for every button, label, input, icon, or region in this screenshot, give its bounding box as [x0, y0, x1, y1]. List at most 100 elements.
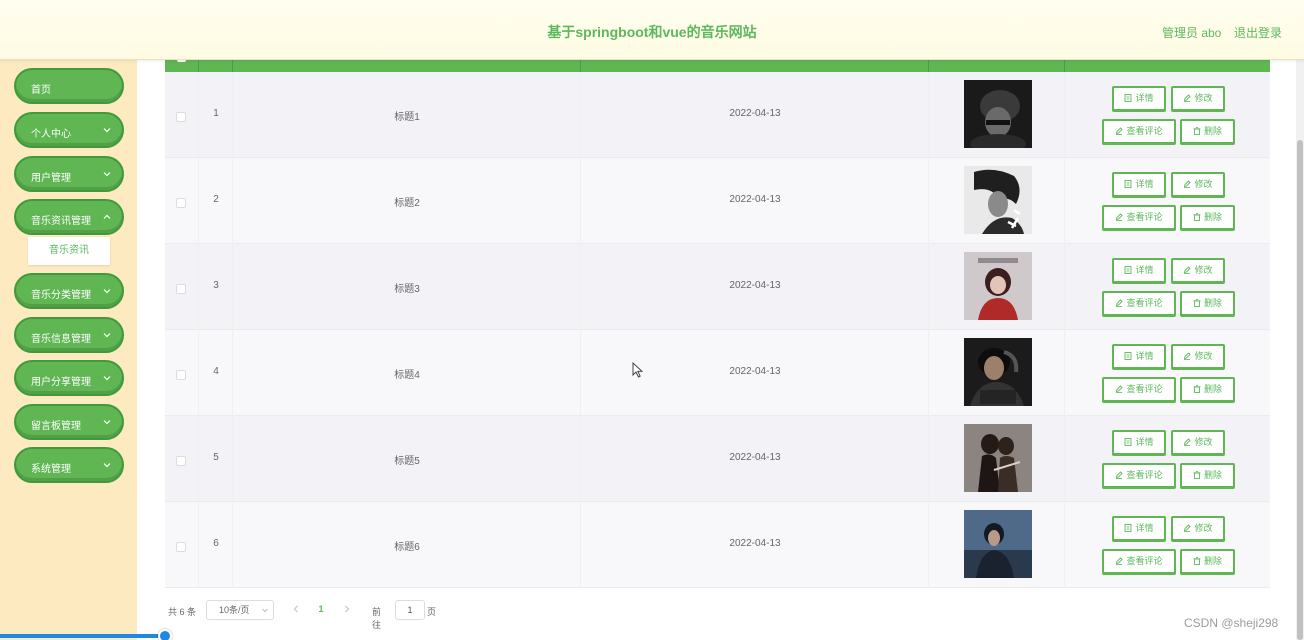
row-publish-date: 2022-04-13	[729, 452, 781, 463]
row-title: 标题5	[394, 456, 420, 467]
row-checkbox[interactable]	[176, 370, 186, 380]
detail-button[interactable]: 详情	[1112, 86, 1166, 112]
sidebar-item-label: 用户管理	[31, 173, 71, 184]
logout-link[interactable]: 退出登录	[1234, 24, 1282, 41]
row-title: 标题1	[394, 112, 420, 123]
chevron-up-icon	[103, 214, 111, 219]
row-publish-date: 2022-04-13	[729, 108, 781, 119]
sidebar-item-label: 首页	[31, 85, 51, 96]
row-index: 4	[213, 366, 219, 377]
document-icon	[1125, 94, 1132, 102]
document-icon	[1125, 524, 1132, 532]
row-index: 3	[213, 280, 219, 291]
table-row: 4 标题4 2022-04-13 详情 修改 查看评论 删除	[165, 330, 1270, 416]
goto-page-input[interactable]	[395, 600, 425, 620]
row-title: 标题6	[394, 542, 420, 553]
sidebar-item-music-news-management[interactable]: 音乐资讯管理	[14, 199, 124, 235]
edit-icon	[1184, 180, 1192, 188]
edit-button[interactable]: 修改	[1171, 344, 1225, 370]
edit-icon	[1184, 524, 1192, 532]
row-checkbox[interactable]	[176, 198, 186, 208]
watermark: CSDN @sheji298	[1184, 616, 1279, 630]
trash-icon	[1193, 299, 1201, 307]
row-index: 2	[213, 194, 219, 205]
document-icon	[1125, 352, 1132, 360]
detail-button[interactable]: 详情	[1112, 516, 1166, 542]
trash-icon	[1193, 557, 1201, 565]
delete-button[interactable]: 删除	[1180, 549, 1235, 575]
sidebar-item-message-board-management[interactable]: 留言板管理	[14, 404, 124, 440]
progress-handle[interactable]	[158, 629, 172, 640]
detail-button[interactable]: 详情	[1112, 172, 1166, 198]
table-row: 5 标题5 2022-04-13 详情 修改 查看评论 删除	[165, 416, 1270, 502]
current-page[interactable]: 1	[315, 604, 327, 614]
goto-label: 前往	[372, 607, 382, 630]
delete-button[interactable]: 删除	[1180, 463, 1235, 489]
trash-icon	[1193, 385, 1201, 393]
row-index: 1	[213, 108, 219, 119]
cover-image	[964, 166, 1032, 234]
detail-button[interactable]: 详情	[1112, 430, 1166, 456]
sidebar-item-label: 个人中心	[31, 129, 71, 140]
chevron-down-icon	[103, 463, 111, 468]
view-comments-button[interactable]: 查看评论	[1102, 463, 1176, 489]
sidebar-item-label: 音乐资讯管理	[31, 216, 91, 227]
total-count: 共 6 条	[168, 607, 197, 617]
top-header: 基于springboot和vue的音乐网站 管理员 abo 退出登录	[0, 0, 1304, 60]
chevron-down-icon	[262, 608, 268, 613]
cover-image	[964, 510, 1032, 578]
edit-icon	[1116, 385, 1124, 393]
chevron-down-icon	[103, 420, 111, 425]
row-title: 标题2	[394, 198, 420, 209]
sidebar-item-personal-center[interactable]: 个人中心	[14, 112, 124, 148]
cover-image	[964, 424, 1032, 492]
chevron-right-icon[interactable]	[342, 603, 352, 615]
table-row: 3 标题3 2022-04-13 详情 修改 查看评论 删除	[165, 244, 1270, 330]
sidebar: 首页 个人中心 用户管理 音乐资讯管理 音乐资讯 音乐分类管理 音乐信息管理 用…	[0, 60, 137, 640]
edit-button[interactable]: 修改	[1171, 172, 1225, 198]
sidebar-subitem-music-news[interactable]: 音乐资讯	[28, 237, 110, 265]
scrollbar-thumb[interactable]	[1297, 140, 1303, 640]
edit-button[interactable]: 修改	[1171, 258, 1225, 284]
row-checkbox[interactable]	[176, 542, 186, 552]
sidebar-item-music-category-management[interactable]: 音乐分类管理	[14, 273, 124, 309]
view-comments-button[interactable]: 查看评论	[1102, 291, 1176, 317]
sidebar-item-music-info-management[interactable]: 音乐信息管理	[14, 317, 124, 353]
row-title: 标题3	[394, 284, 420, 295]
detail-button[interactable]: 详情	[1112, 344, 1166, 370]
table-row: 2 标题2 2022-04-13 详情 修改 查看评论 删除	[165, 158, 1270, 244]
row-checkbox[interactable]	[176, 456, 186, 466]
view-comments-button[interactable]: 查看评论	[1102, 119, 1176, 145]
row-checkbox[interactable]	[176, 284, 186, 294]
edit-button[interactable]: 修改	[1171, 86, 1225, 112]
sidebar-item-system-management[interactable]: 系统管理	[14, 447, 124, 483]
edit-button[interactable]: 修改	[1171, 516, 1225, 542]
view-comments-button[interactable]: 查看评论	[1102, 549, 1176, 575]
detail-button[interactable]: 详情	[1112, 258, 1166, 284]
chevron-down-icon	[103, 289, 111, 294]
sidebar-item-user-share-management[interactable]: 用户分享管理	[14, 360, 124, 396]
row-checkbox[interactable]	[176, 112, 186, 122]
edit-icon	[1116, 213, 1124, 221]
cover-image	[964, 80, 1032, 148]
edit-button[interactable]: 修改	[1171, 430, 1225, 456]
sidebar-item-home[interactable]: 首页	[14, 68, 124, 104]
sidebar-item-label: 音乐信息管理	[31, 334, 91, 345]
scrollbar[interactable]	[1296, 60, 1304, 640]
admin-username: 管理员 abo	[1162, 26, 1222, 40]
page-size-select[interactable]: 10条/页	[206, 600, 274, 620]
cover-image	[964, 338, 1032, 406]
delete-button[interactable]: 删除	[1180, 119, 1235, 145]
delete-button[interactable]: 删除	[1180, 205, 1235, 231]
delete-button[interactable]: 删除	[1180, 291, 1235, 317]
document-icon	[1125, 438, 1132, 446]
delete-button[interactable]: 删除	[1180, 377, 1235, 403]
chevron-left-icon[interactable]	[291, 603, 301, 615]
sidebar-item-user-management[interactable]: 用户管理	[14, 156, 124, 192]
chevron-down-icon	[103, 172, 111, 177]
document-icon	[1125, 180, 1132, 188]
view-comments-button[interactable]: 查看评论	[1102, 205, 1176, 231]
edit-icon	[1184, 94, 1192, 102]
view-comments-button[interactable]: 查看评论	[1102, 377, 1176, 403]
row-index: 5	[213, 452, 219, 463]
